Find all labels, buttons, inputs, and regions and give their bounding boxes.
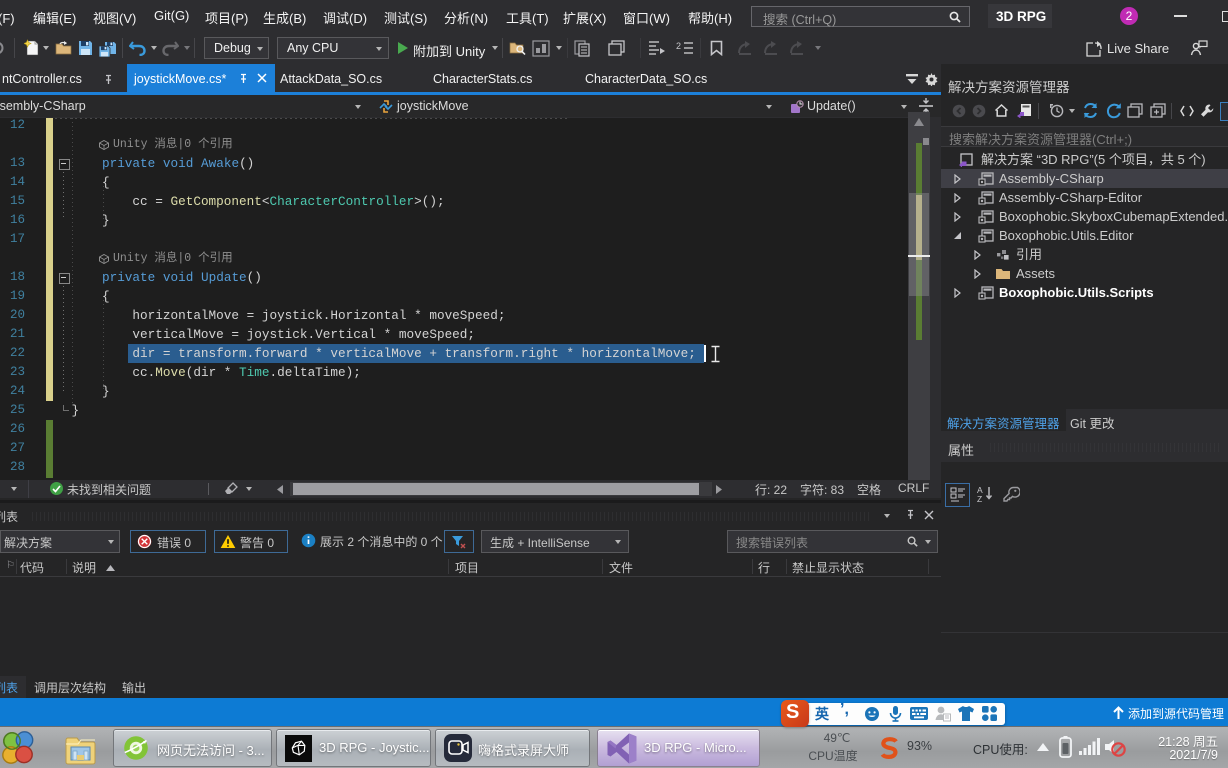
svg-text:Z: Z [977, 494, 982, 503]
svg-text:2: 2 [676, 41, 681, 51]
